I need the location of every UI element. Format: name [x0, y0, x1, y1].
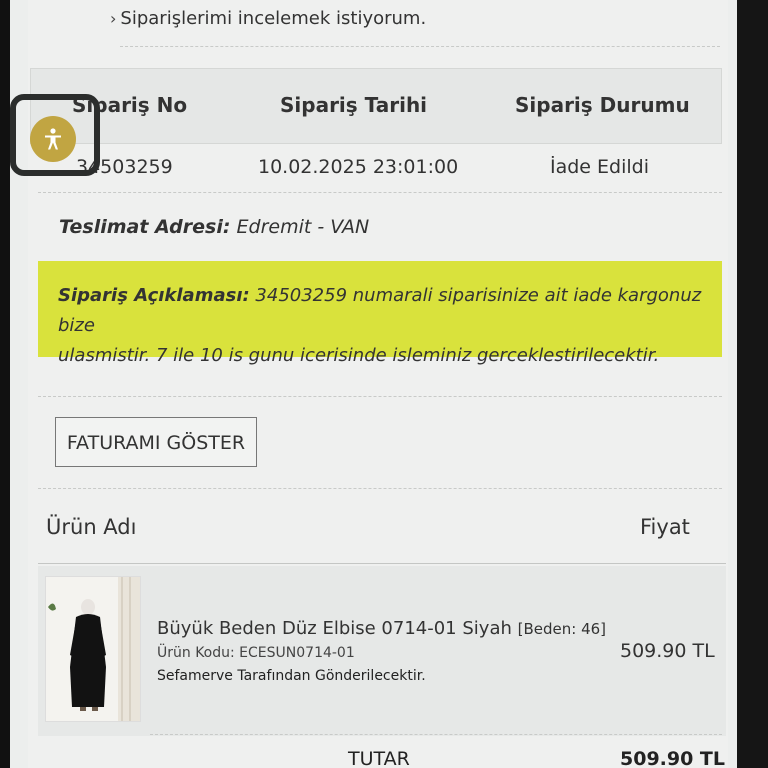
product-size: [Beden: 46] — [517, 620, 607, 638]
header-product-name: Ürün Adı — [46, 515, 137, 539]
divider — [38, 488, 722, 489]
delivery-address-label: Teslimat Adresi: — [59, 216, 231, 238]
product-code: Ürün Kodu: ECESUN0714-01 — [157, 645, 355, 661]
total-label: TUTAR — [348, 748, 410, 768]
header-product-price: Fiyat — [640, 515, 690, 539]
divider — [38, 396, 722, 397]
delivery-address-value: Edremit - VAN — [236, 216, 370, 238]
total-value: 509.90 TL — [620, 748, 726, 768]
header-order-date: Sipariş Tarihi — [280, 93, 428, 117]
header-order-status: Sipariş Durumu — [515, 93, 690, 117]
divider — [38, 192, 722, 193]
view-orders-link[interactable]: › Siparişlerimi incelemek istiyorum. — [110, 8, 426, 29]
product-price: 509.90 TL — [620, 640, 715, 662]
divider — [38, 563, 726, 564]
divider — [120, 46, 720, 47]
view-orders-label: Siparişlerimi incelemek istiyorum. — [120, 8, 427, 29]
order-note-text: Sipariş Açıklaması: 34503259 numarali si… — [58, 281, 708, 371]
accessibility-button[interactable] — [30, 116, 76, 162]
accessibility-icon — [45, 128, 61, 150]
divider — [150, 734, 722, 735]
order-note-label: Sipariş Açıklaması: — [58, 285, 250, 306]
phone-screen: › Siparişlerimi incelemek istiyorum. Sipa… — [10, 0, 737, 768]
order-status: İade Edildi — [550, 156, 649, 178]
chevron-right-icon: › — [110, 9, 117, 28]
product-shipper: Sefamerve Tarafından Gönderilecektir. — [157, 668, 426, 684]
product-name[interactable]: Büyük Beden Düz Elbise 0714-01 Siyah [Be… — [157, 618, 606, 639]
show-invoice-button[interactable]: FATURAMI GÖSTER — [55, 417, 257, 467]
delivery-address: Teslimat Adresi: Edremit - VAN — [59, 216, 369, 238]
order-note-line2: ulasmistir. 7 ile 10 is gunu icerisinde … — [58, 345, 660, 366]
device-bezel — [737, 0, 768, 768]
product-image[interactable] — [45, 576, 141, 722]
product-title: Büyük Beden Düz Elbise 0714-01 Siyah — [157, 618, 512, 639]
order-note-box: Sipariş Açıklaması: 34503259 numarali si… — [38, 261, 722, 366]
order-date: 10.02.2025 23:01:00 — [258, 156, 459, 178]
product-photo-figure — [46, 577, 140, 721]
